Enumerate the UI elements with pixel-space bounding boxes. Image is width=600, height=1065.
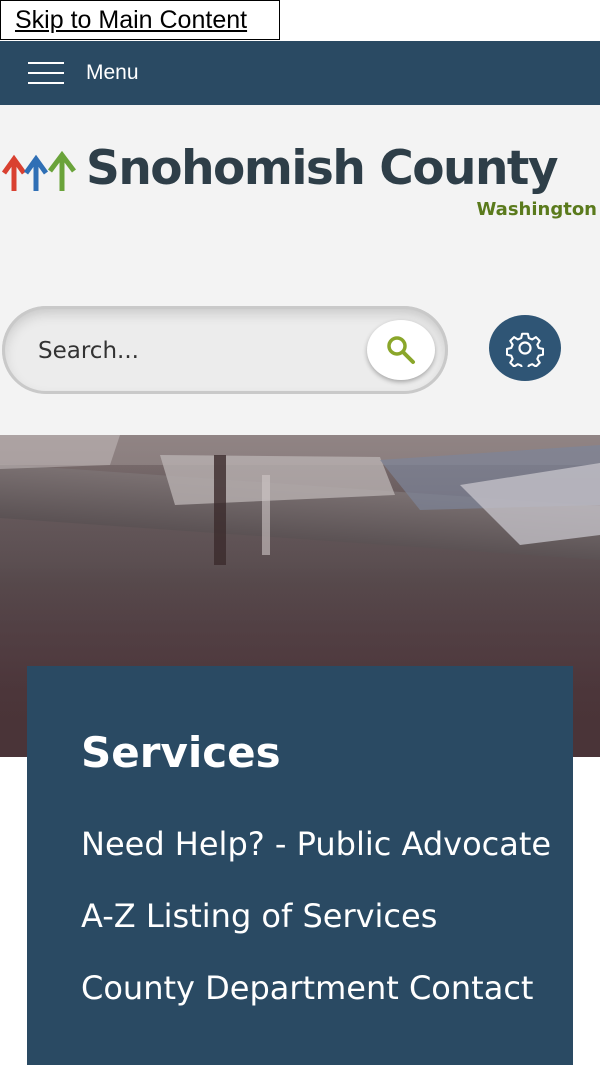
services-heading: Services (81, 728, 281, 777)
site-header: Snohomish County Washington (0, 105, 600, 435)
menu-label[interactable]: Menu (86, 61, 139, 85)
gear-icon (506, 332, 544, 367)
county-logo[interactable]: Snohomish County Washington (0, 141, 600, 233)
service-link-public-advocate[interactable]: Need Help? - Public Advocate (81, 818, 561, 870)
service-link-department-contact[interactable]: County Department Contact (81, 962, 561, 1014)
services-link-list: Need Help? - Public Advocate A-Z Listing… (81, 818, 561, 1034)
hamburger-icon[interactable] (28, 60, 64, 86)
services-panel: Services Need Help? - Public Advocate A-… (27, 666, 573, 1065)
settings-button[interactable] (489, 315, 561, 381)
skip-to-main-content-link[interactable]: Skip to Main Content (0, 0, 280, 40)
logo-trees-icon (2, 150, 76, 191)
hero-boats (0, 435, 600, 565)
search-icon (387, 336, 415, 364)
service-link-az-listing[interactable]: A-Z Listing of Services (81, 890, 561, 942)
menu-bar[interactable]: Menu (0, 41, 600, 105)
search-button[interactable] (367, 320, 435, 380)
search-input[interactable] (38, 334, 338, 368)
logo-state-name: Washington (476, 199, 597, 220)
logo-county-name: Snohomish County (86, 141, 559, 196)
search-box (2, 306, 448, 394)
